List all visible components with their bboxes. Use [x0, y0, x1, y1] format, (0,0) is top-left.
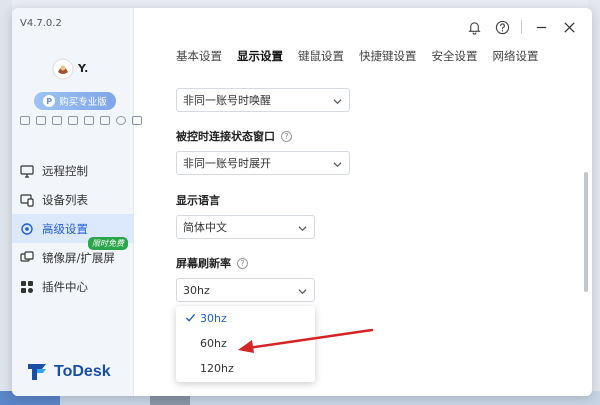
- username: Y.: [78, 62, 89, 75]
- chevron-down-icon: [298, 223, 307, 232]
- tab-shortcut-settings[interactable]: 快捷键设置: [359, 48, 417, 68]
- chevron-down-icon: [333, 96, 342, 105]
- option-label: 30hz: [200, 312, 227, 325]
- tab-network-settings[interactable]: 网络设置: [493, 48, 539, 68]
- free-badge: 限时免费: [88, 237, 128, 250]
- controls-divider: [521, 20, 522, 34]
- close-icon[interactable]: [560, 18, 578, 36]
- help-circle-icon[interactable]: ?: [281, 130, 292, 142]
- refresh-rate-label: 屏幕刷新率 ?: [176, 255, 248, 271]
- status-window-select[interactable]: 非同一账号时展开: [176, 151, 350, 175]
- refresh-rate-select-value: 30hz: [183, 283, 210, 297]
- option-label: 120hz: [200, 362, 234, 375]
- annotation-arrow-icon: [238, 328, 374, 353]
- todesk-logo-icon: [28, 364, 46, 380]
- help-icon[interactable]: [493, 18, 511, 36]
- vertical-scrollbar[interactable]: [584, 172, 588, 292]
- monitor-icon: [20, 164, 34, 178]
- settings-tabs: 基本设置 显示设置 键鼠设置 快捷键设置 安全设置 网络设置: [176, 48, 539, 68]
- minimize-icon[interactable]: [532, 18, 550, 36]
- mirror-screen-icon: [20, 250, 34, 265]
- version-label: V4.7.0.2: [20, 18, 62, 29]
- desktop-left-strip: [0, 0, 12, 405]
- todesk-window: V4.7.0.2 Y. P 购买专业版 远程控制 设备列表 高级设置 限时免费 …: [12, 8, 592, 396]
- sidebar-item-device-list[interactable]: 设备列表: [12, 185, 134, 214]
- pro-icon: P: [43, 95, 56, 107]
- lock-icon[interactable]: [100, 116, 110, 125]
- sidebar-item-label: 设备列表: [42, 192, 88, 207]
- tab-keyboard-mouse-settings[interactable]: 键鼠设置: [298, 48, 344, 68]
- message-icon[interactable]: [84, 116, 94, 125]
- status-window-label-text: 被控时连接状态窗口: [176, 130, 275, 143]
- wake-select[interactable]: 非同一账号时唤醒: [176, 88, 350, 112]
- sidebar-nav: 远程控制 设备列表 高级设置 限时免费 镜像屏/扩展屏 插件中心: [12, 156, 134, 301]
- image-icon[interactable]: [68, 116, 78, 125]
- sidebar-item-label: 高级设置: [42, 221, 88, 236]
- refresh-rate-label-text: 屏幕刷新率: [176, 257, 231, 270]
- settings-icon: [20, 222, 34, 236]
- todesk-logo: ToDesk: [26, 362, 111, 382]
- refresh-rate-select[interactable]: 30hz: [176, 278, 315, 302]
- wake-select-value: 非同一账号时唤醒: [183, 94, 271, 107]
- logo-text: ToDesk: [54, 363, 111, 380]
- tab-basic-settings[interactable]: 基本设置: [176, 48, 222, 68]
- sidebar-item-label: 远程控制: [42, 163, 88, 178]
- tab-security-settings[interactable]: 安全设置: [432, 48, 478, 68]
- buy-pro-button[interactable]: P 购买专业版: [34, 92, 116, 110]
- sidebar-item-label: 镜像屏/扩展屏: [42, 250, 115, 265]
- language-select[interactable]: 简体中文: [176, 215, 315, 239]
- language-select-value: 简体中文: [183, 221, 227, 234]
- file-icon[interactable]: [52, 116, 62, 125]
- bell-icon[interactable]: [465, 18, 483, 36]
- box-icon[interactable]: [132, 116, 142, 125]
- status-window-label: 被控时连接状态窗口 ?: [176, 128, 292, 144]
- circle-icon[interactable]: [116, 116, 126, 125]
- sidebar-item-plugin-center[interactable]: 插件中心: [12, 272, 134, 301]
- refresh-option-120hz[interactable]: 120hz: [176, 356, 315, 381]
- option-label: 60hz: [200, 337, 227, 350]
- checkmark-icon: [185, 313, 196, 322]
- sidebar-item-remote-control[interactable]: 远程控制: [12, 156, 134, 185]
- avatar[interactable]: [52, 58, 74, 80]
- chevron-down-icon: [333, 159, 342, 168]
- language-label-text: 显示语言: [176, 194, 220, 207]
- quick-icons-row: [20, 116, 142, 125]
- screen-icon[interactable]: [20, 116, 30, 125]
- device-list-icon: [20, 193, 34, 207]
- sidebar: V4.7.0.2 Y. P 购买专业版 远程控制 设备列表 高级设置 限时免费 …: [12, 8, 142, 396]
- chevron-down-icon: [298, 286, 307, 295]
- sidebar-item-mirror-screen[interactable]: 限时免费 镜像屏/扩展屏: [12, 237, 134, 272]
- tab-display-settings[interactable]: 显示设置: [237, 48, 283, 68]
- language-label: 显示语言: [176, 192, 220, 208]
- help-circle-icon[interactable]: ?: [237, 257, 248, 269]
- buy-pro-label: 购买专业版: [59, 97, 107, 108]
- window-controls: [465, 18, 578, 36]
- camera-icon[interactable]: [36, 116, 46, 125]
- taskbar-item[interactable]: [150, 395, 190, 405]
- plugin-icon: [20, 280, 34, 294]
- sidebar-item-label: 插件中心: [42, 279, 88, 294]
- status-window-select-value: 非同一账号时展开: [183, 157, 271, 170]
